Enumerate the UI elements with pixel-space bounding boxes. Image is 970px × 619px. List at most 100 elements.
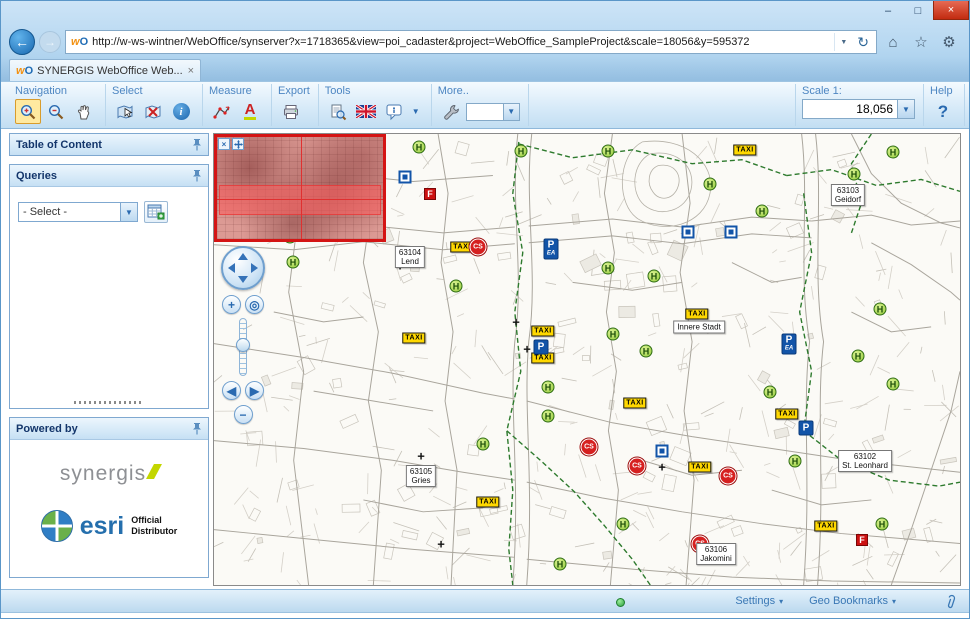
close-button[interactable]: ×	[933, 1, 969, 20]
query-report-button[interactable]	[144, 201, 168, 223]
parking-marker[interactable]: PEA	[782, 334, 797, 355]
citybus-marker[interactable]: CS	[720, 468, 737, 485]
citybus-marker[interactable]: CS	[581, 439, 598, 456]
hydrant-marker[interactable]: H	[602, 145, 615, 158]
hydrant-marker[interactable]: H	[874, 303, 887, 316]
tab-close-icon[interactable]: ×	[188, 65, 194, 77]
measure-tool-button[interactable]	[209, 99, 235, 124]
parking-marker[interactable]: P	[534, 340, 549, 355]
maximize-button[interactable]: □	[903, 1, 933, 20]
zoom-slider-handle[interactable]	[236, 338, 250, 352]
full-extent-button[interactable]: ◎	[245, 295, 264, 314]
minimize-button[interactable]: –	[873, 1, 903, 20]
overview-move-icon[interactable]	[232, 138, 244, 150]
language-tool-button[interactable]	[353, 99, 379, 124]
poi-square-marker[interactable]	[656, 445, 669, 458]
hydrant-marker[interactable]: H	[789, 455, 802, 468]
refresh-icon[interactable]: ↻	[852, 34, 874, 51]
info-balloon-tool-button[interactable]	[381, 99, 407, 124]
overview-close-icon[interactable]: ×	[218, 138, 230, 150]
powered-by-pin-icon[interactable]	[192, 422, 202, 435]
parking-marker[interactable]: P	[799, 421, 814, 436]
query-select[interactable]: - Select - ▼	[18, 202, 138, 222]
favorites-star-icon[interactable]: ☆	[909, 33, 933, 51]
label-tool-button[interactable]: A	[237, 99, 263, 124]
hydrant-marker[interactable]: H	[852, 350, 865, 363]
hydrant-marker[interactable]: H	[756, 205, 769, 218]
url-dropdown-icon[interactable]: ▼	[834, 33, 852, 51]
taxi-marker[interactable]: TAXI	[531, 326, 554, 337]
toc-panel-header[interactable]: Table of Content	[10, 134, 208, 155]
pan-tool-button[interactable]	[71, 99, 97, 124]
taxi-marker[interactable]: TAXI	[685, 309, 708, 320]
hydrant-marker[interactable]: H	[413, 141, 426, 154]
help-button[interactable]: ?	[930, 99, 956, 124]
browser-tab[interactable]: wO SYNERGIS WebOffice Web... ×	[9, 59, 201, 81]
search-map-tool-button[interactable]	[325, 99, 351, 124]
forward-button[interactable]: →	[39, 31, 61, 53]
select-tool-button[interactable]	[112, 99, 138, 124]
hydrant-marker[interactable]: H	[887, 146, 900, 159]
zoom-out-tool-button[interactable]	[43, 99, 69, 124]
hydrant-marker[interactable]: H	[515, 145, 528, 158]
hydrant-marker[interactable]: H	[648, 270, 661, 283]
map-viewport[interactable]: HHHHHHHHHHHHHHHHHHHHHHHHHHHTAXITAXITAXIT…	[213, 133, 961, 586]
powered-by-panel-header[interactable]: Powered by	[10, 418, 208, 439]
geo-bookmarks-menu[interactable]: Geo Bookmarks ▾	[809, 595, 896, 607]
back-button[interactable]: ←	[9, 29, 35, 55]
hydrant-marker[interactable]: H	[542, 381, 555, 394]
zoom-slider[interactable]	[221, 318, 265, 376]
poi-square-marker[interactable]	[682, 226, 695, 239]
cross-marker[interactable]: +	[658, 460, 666, 475]
scale-input[interactable]	[802, 99, 898, 119]
hydrant-marker[interactable]: H	[617, 518, 630, 531]
taxi-marker[interactable]: TAXI	[476, 497, 499, 508]
more-dropdown-arrow-icon[interactable]: ▼	[504, 103, 520, 121]
zoom-in-button[interactable]: +	[222, 295, 241, 314]
scale-dropdown-icon[interactable]: ▼	[898, 99, 915, 119]
taxi-marker[interactable]: TAXI	[775, 409, 798, 420]
panel-resize-handle[interactable]	[74, 401, 144, 404]
zoom-out-button[interactable]: −	[234, 405, 253, 424]
settings-tool-button[interactable]	[438, 99, 464, 124]
poi-square-marker[interactable]	[725, 226, 738, 239]
hydrant-marker[interactable]: H	[887, 378, 900, 391]
toc-pin-icon[interactable]	[192, 138, 202, 151]
settings-menu[interactable]: Settings ▾	[735, 595, 783, 607]
pan-left-arrow[interactable]	[228, 263, 235, 273]
taxi-marker[interactable]: TAXI	[814, 521, 837, 532]
hydrant-marker[interactable]: H	[607, 328, 620, 341]
more-dropdown[interactable]: ▼	[466, 103, 520, 121]
pan-control[interactable]	[221, 246, 265, 290]
hydrant-marker[interactable]: H	[602, 262, 615, 275]
poi-square-marker[interactable]	[399, 171, 412, 184]
taxi-marker[interactable]: TAXI	[733, 145, 756, 156]
hydrant-marker[interactable]: H	[640, 345, 653, 358]
print-button[interactable]	[278, 99, 304, 124]
overview-extent-box[interactable]	[219, 185, 381, 215]
citybus-marker[interactable]: CS	[470, 239, 487, 256]
home-icon[interactable]: ⌂	[881, 34, 905, 51]
cross-marker[interactable]: +	[523, 342, 531, 357]
hydrant-marker[interactable]: H	[450, 280, 463, 293]
previous-extent-button[interactable]: ◀	[222, 381, 241, 400]
tools-dropdown-icon[interactable]: ▼	[409, 107, 423, 116]
fire-marker[interactable]: F	[856, 534, 868, 546]
paperclip-icon[interactable]	[944, 593, 957, 610]
taxi-marker[interactable]: TAXI	[402, 333, 425, 344]
hydrant-marker[interactable]: H	[764, 386, 777, 399]
hydrant-marker[interactable]: H	[876, 518, 889, 531]
hydrant-marker[interactable]: H	[848, 168, 861, 181]
hydrant-marker[interactable]: H	[554, 558, 567, 571]
parking-marker[interactable]: PEA	[544, 239, 559, 260]
pan-right-arrow[interactable]	[251, 263, 258, 273]
fire-marker[interactable]: F	[424, 188, 436, 200]
taxi-marker[interactable]: TAXI	[688, 462, 711, 473]
next-extent-button[interactable]: ▶	[245, 381, 264, 400]
pan-up-arrow[interactable]	[238, 253, 248, 260]
pan-down-arrow[interactable]	[238, 276, 248, 283]
clear-selection-button[interactable]	[140, 99, 166, 124]
hydrant-marker[interactable]: H	[704, 178, 717, 191]
queries-panel-header[interactable]: Queries	[10, 165, 208, 186]
query-select-arrow-icon[interactable]: ▼	[120, 203, 137, 221]
